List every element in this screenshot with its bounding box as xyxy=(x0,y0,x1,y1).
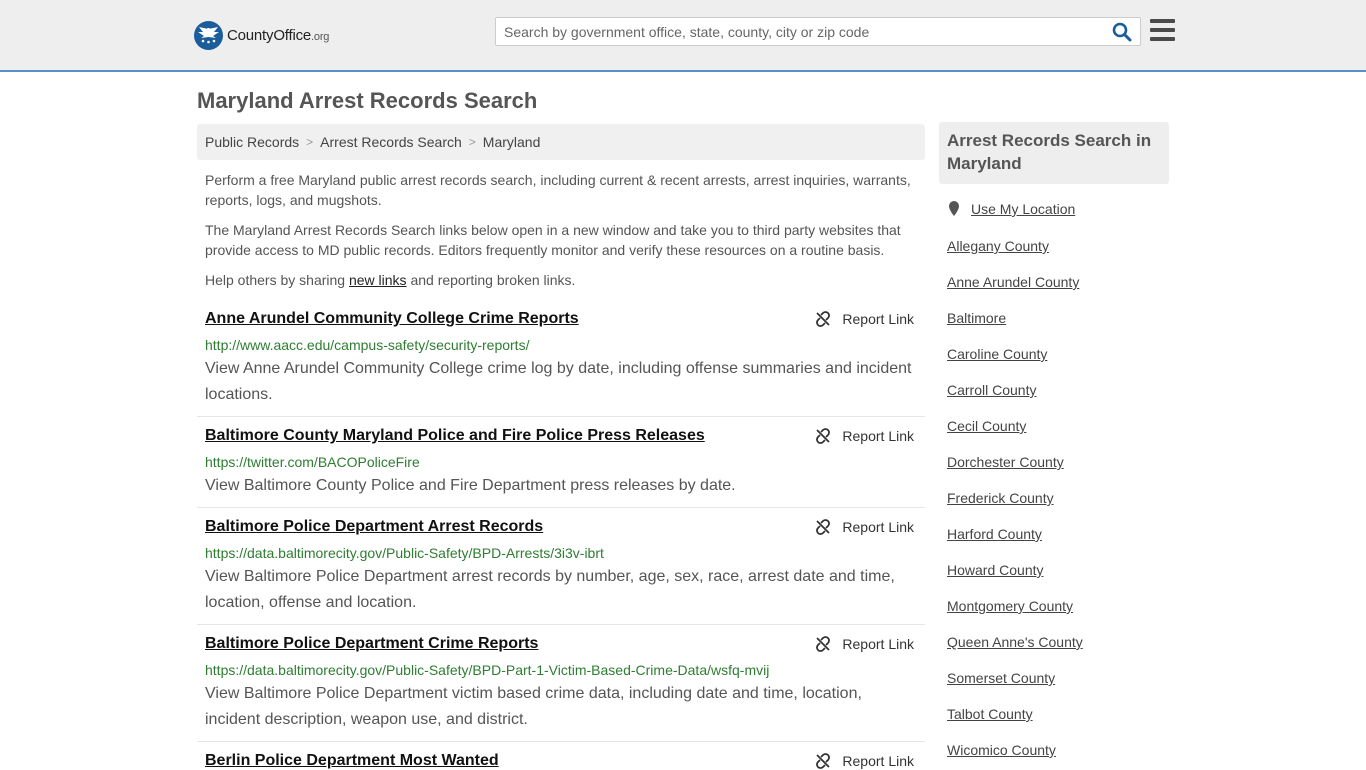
report-link-button[interactable]: Report Link xyxy=(815,753,914,769)
site-logo[interactable]: CountyOffice.org xyxy=(194,20,329,50)
disclaimer-paragraph: The Maryland Arrest Records Search links… xyxy=(205,222,901,258)
logo-eagle-icon xyxy=(194,20,223,50)
result-description: View Anne Arundel Community College crim… xyxy=(205,360,912,403)
map-pin-icon xyxy=(949,201,959,216)
county-link[interactable]: Baltimore xyxy=(947,310,1006,326)
result-item: Berlin Police Department Most Wanted Rep… xyxy=(197,752,925,770)
logo-text: CountyOffice.org xyxy=(227,26,330,44)
breadcrumb-separator: > xyxy=(306,135,314,149)
result-url-link[interactable]: https://data.baltimorecity.gov/Public-Sa… xyxy=(205,545,604,561)
result-description: View Baltimore Police Department arrest … xyxy=(205,568,895,611)
result-title-link[interactable]: Berlin Police Department Most Wanted xyxy=(205,752,499,770)
county-link[interactable]: Caroline County xyxy=(947,346,1047,362)
county-link[interactable]: Wicomico County xyxy=(947,742,1056,758)
result-title-link[interactable]: Baltimore Police Department Crime Report… xyxy=(205,635,538,653)
result-item: Baltimore Police Department Crime Report… xyxy=(197,635,925,742)
result-title-link[interactable]: Anne Arundel Community College Crime Rep… xyxy=(205,310,579,328)
result-title-link[interactable]: Baltimore Police Department Arrest Recor… xyxy=(205,518,543,536)
result-title-link[interactable]: Baltimore County Maryland Police and Fir… xyxy=(205,427,705,445)
broken-link-icon xyxy=(816,311,831,327)
report-link-button[interactable]: Report Link xyxy=(815,428,914,444)
broken-link-icon xyxy=(816,753,831,769)
breadcrumb-maryland[interactable]: Maryland xyxy=(483,134,541,150)
county-link[interactable]: Frederick County xyxy=(947,490,1054,506)
breadcrumb: Public Records > Arrest Records Search >… xyxy=(197,124,925,160)
breadcrumb-public-records[interactable]: Public Records xyxy=(205,134,299,150)
county-link[interactable]: Howard County xyxy=(947,562,1044,578)
report-link-button[interactable]: Report Link xyxy=(815,636,914,652)
county-link[interactable]: Dorchester County xyxy=(947,454,1064,470)
sidebar-heading: Arrest Records Search in Maryland xyxy=(939,122,1169,184)
use-my-location-link[interactable]: Use My Location xyxy=(947,201,1075,217)
county-link[interactable]: Anne Arundel County xyxy=(947,274,1079,290)
result-url-link[interactable]: http://www.aacc.edu/campus-safety/securi… xyxy=(205,337,529,353)
top-bar: CountyOffice.org xyxy=(0,0,1366,72)
hamburger-menu-icon[interactable] xyxy=(1150,19,1175,41)
county-link[interactable]: Talbot County xyxy=(947,706,1033,722)
result-description: View Baltimore County Police and Fire De… xyxy=(205,477,736,494)
breadcrumb-separator: > xyxy=(468,135,476,149)
breadcrumb-arrest-records-search[interactable]: Arrest Records Search xyxy=(320,134,462,150)
county-link[interactable]: Cecil County xyxy=(947,418,1026,434)
result-item: Anne Arundel Community College Crime Rep… xyxy=(197,310,925,417)
result-url-link[interactable]: https://data.baltimorecity.gov/Public-Sa… xyxy=(205,662,769,678)
broken-link-icon xyxy=(816,428,831,444)
report-link-button[interactable]: Report Link xyxy=(815,519,914,535)
intro-paragraph: Perform a free Maryland public arrest re… xyxy=(205,172,911,208)
search-input[interactable] xyxy=(496,18,1096,45)
result-item: Baltimore County Maryland Police and Fir… xyxy=(197,427,925,508)
county-link[interactable]: Harford County xyxy=(947,526,1042,542)
county-link[interactable]: Somerset County xyxy=(947,670,1055,686)
report-link-button[interactable]: Report Link xyxy=(815,311,914,327)
county-link[interactable]: Allegany County xyxy=(947,238,1049,254)
search-icon[interactable] xyxy=(1112,22,1134,42)
broken-link-icon xyxy=(816,519,831,535)
result-item: Baltimore Police Department Arrest Recor… xyxy=(197,518,925,625)
broken-link-icon xyxy=(816,636,831,652)
page-title: Maryland Arrest Records Search xyxy=(197,88,538,113)
help-paragraph: Help others by sharing new links and rep… xyxy=(205,272,576,288)
result-url-link[interactable]: https://twitter.com/BACOPoliceFire xyxy=(205,454,420,470)
new-links-link[interactable]: new links xyxy=(349,272,407,288)
result-description: View Baltimore Police Department victim … xyxy=(205,685,862,728)
county-link[interactable]: Montgomery County xyxy=(947,598,1073,614)
search-box xyxy=(495,17,1141,46)
county-link[interactable]: Queen Anne's County xyxy=(947,634,1083,650)
county-link[interactable]: Carroll County xyxy=(947,382,1036,398)
